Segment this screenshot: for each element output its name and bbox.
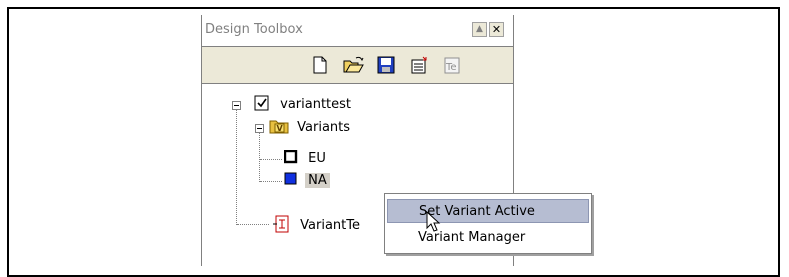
mouse-cursor-icon: [426, 211, 441, 232]
checklist-icon: [254, 95, 269, 111]
scroll-up-button[interactable]: ▲: [472, 22, 487, 37]
variant-document-icon: [273, 215, 289, 233]
menu-item-set-variant-active[interactable]: Set Variant Active: [387, 199, 589, 223]
inactive-variant-icon: [283, 149, 298, 164]
tree-connector: [236, 107, 237, 225]
variant-folder-icon: V: [269, 120, 289, 134]
tree-node-label: NA: [305, 173, 330, 188]
new-document-icon[interactable]: [310, 55, 330, 75]
active-variant-icon: [284, 172, 297, 185]
tree-connector: [260, 159, 282, 160]
collapse-icon[interactable]: [232, 101, 241, 110]
tree-node-root[interactable]: varianttest: [254, 95, 351, 115]
context-menu: Set Variant Active Variant Manager: [384, 193, 592, 254]
save-disk-icon[interactable]: [376, 55, 396, 75]
te-icon[interactable]: Te: [442, 55, 462, 75]
properties-icon[interactable]: [409, 55, 429, 75]
variant-folder-badge: V: [277, 124, 284, 133]
window-title: Design Toolbox: [205, 22, 303, 37]
toolbar: Te: [202, 46, 513, 84]
te-icon-label: Te: [445, 62, 457, 73]
tree-node-label: varianttest: [280, 97, 352, 112]
tree-node-label: VariantTe: [300, 218, 360, 233]
title-bar: Design Toolbox ▲ ✕: [202, 15, 513, 45]
tree-connector: [260, 181, 282, 182]
tree-node-label: EU: [308, 151, 326, 166]
collapse-icon[interactable]: [255, 124, 264, 133]
close-button[interactable]: ✕: [489, 22, 504, 37]
tree-node-na[interactable]: NA: [284, 171, 330, 191]
tree-node-variant-test[interactable]: VariantTe: [272, 214, 360, 234]
tree-connector: [259, 130, 260, 182]
tree-node-variants[interactable]: V Variants: [269, 118, 350, 138]
open-folder-icon[interactable]: [343, 55, 364, 75]
tree-node-eu[interactable]: EU: [283, 149, 326, 169]
tree-node-label: Variants: [297, 120, 351, 135]
tree-connector: [237, 224, 269, 225]
menu-item-variant-manager[interactable]: Variant Manager: [387, 226, 589, 250]
